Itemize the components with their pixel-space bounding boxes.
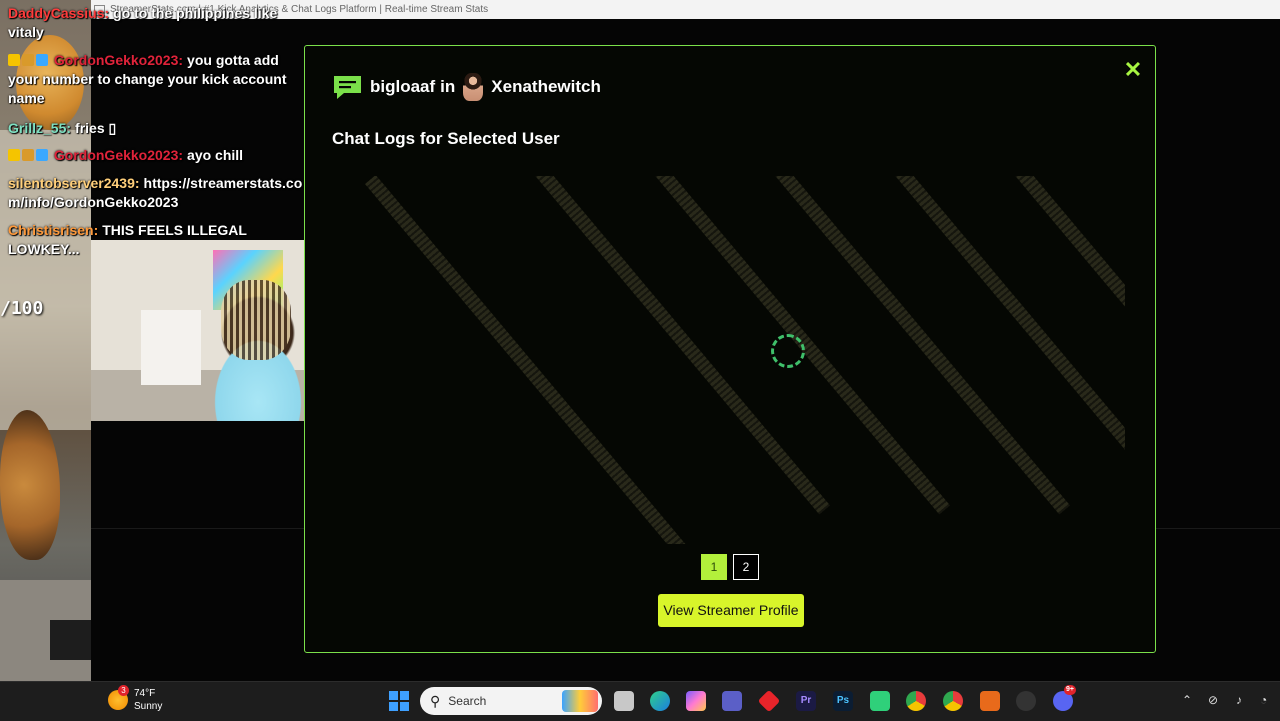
search-label: Search [448, 694, 487, 708]
wifi-icon[interactable]: ◔ [1260, 693, 1267, 707]
chrome-icon[interactable] [943, 691, 963, 711]
taskbar-search[interactable]: ⚲ Search [420, 687, 602, 715]
shield-badge-icon [22, 54, 34, 66]
copilot-icon[interactable] [686, 691, 706, 711]
loading-spinner-icon [771, 334, 805, 368]
score-overlay: /100 [0, 298, 44, 319]
chat-bubble-icon [334, 76, 361, 99]
gem-badge-icon [36, 54, 48, 66]
chat-username: Grillz_55: [8, 120, 72, 136]
page-button-2[interactable]: 2 [733, 554, 759, 580]
chat-log-area [365, 176, 1125, 544]
taskbar: 3 74°F Sunny ⚲ Search Pr Ps 9+ ⌃ ⊘ ♪ ◔ [0, 681, 1280, 721]
network-off-icon[interactable]: ⊘ [1208, 693, 1218, 707]
modal-streamer-name[interactable]: Xenathewitch [491, 77, 601, 97]
view-streamer-profile-button[interactable]: View Streamer Profile [658, 594, 804, 627]
diamond-app-icon[interactable] [757, 689, 781, 713]
modal-username: bigloaaf [370, 77, 436, 96]
chat-message: DaddyCassius: go to the philippines like … [8, 4, 308, 42]
chat-message: GordonGekko2023: ayo chill [8, 146, 308, 165]
modal-in-label: in [440, 77, 456, 96]
photoshop-icon[interactable]: Ps [833, 691, 853, 711]
chat-logs-modal: bigloaaf in Xenathewitch ✕ Chat Logs for… [304, 45, 1156, 653]
streamer-avatar [463, 73, 484, 101]
gem-badge-icon [36, 149, 48, 161]
weather-temp: 74°F [134, 688, 156, 699]
crown-badge-icon [8, 54, 20, 66]
weather-text: 74°F Sunny [134, 687, 162, 713]
obs-icon[interactable] [1016, 691, 1036, 711]
chat-text: ayo chill [187, 147, 244, 163]
chat-username: GordonGekko2023: [53, 52, 184, 68]
premiere-icon[interactable]: Pr [796, 691, 816, 711]
weather-condition: Sunny [134, 701, 163, 712]
page-button-1[interactable]: 1 [701, 554, 727, 580]
chat-message: silentobserver2439: https://streamerstats… [8, 174, 308, 212]
edge-icon[interactable] [650, 691, 670, 711]
watermark-stripe [365, 176, 710, 544]
inset-person-hair [221, 280, 291, 360]
crown-badge-icon [8, 149, 20, 161]
chat-message: Grillz_55: fries ▯ [8, 119, 308, 138]
teams-icon[interactable] [722, 691, 742, 711]
file-explorer-icon[interactable] [614, 691, 634, 711]
search-icon: ⚲ [430, 692, 441, 709]
pagination: 1 2 [701, 554, 759, 580]
weather-widget[interactable]: 3 74°F Sunny [108, 685, 162, 713]
cam-object [50, 620, 91, 660]
app-icon[interactable] [980, 691, 1000, 711]
microphone-icon[interactable]: ♪ [1236, 693, 1242, 707]
chat-username: Christisrisen: [8, 222, 99, 238]
close-icon[interactable]: ✕ [1123, 59, 1143, 81]
modal-header: bigloaaf in Xenathewitch [332, 72, 601, 102]
chat-username: silentobserver2439: [8, 175, 140, 191]
chat-username: DaddyCassius: [8, 5, 110, 21]
discord-icon[interactable]: 9+ [1053, 685, 1076, 711]
kick-icon[interactable] [870, 691, 890, 711]
chevron-up-icon[interactable]: ⌃ [1182, 693, 1192, 707]
chat-message: GordonGekko2023: you gotta add your numbe… [8, 51, 308, 108]
chat-username: GordonGekko2023: [53, 147, 184, 163]
cam-guitar [0, 410, 60, 560]
section-title: Chat Logs for Selected User [332, 129, 560, 148]
watermark-stripe [1085, 176, 1125, 515]
weather-badge: 3 [118, 685, 129, 696]
watermark-stripe [845, 176, 1125, 515]
sun-icon: 3 [108, 685, 129, 710]
chrome-profile-icon[interactable] [906, 691, 926, 711]
chat-text: fries ▯ [75, 120, 117, 136]
discord-badge: 9+ [1064, 685, 1076, 695]
shield-badge-icon [22, 149, 34, 161]
search-highlight-icon [562, 690, 598, 712]
windows-start-icon[interactable] [389, 691, 409, 711]
